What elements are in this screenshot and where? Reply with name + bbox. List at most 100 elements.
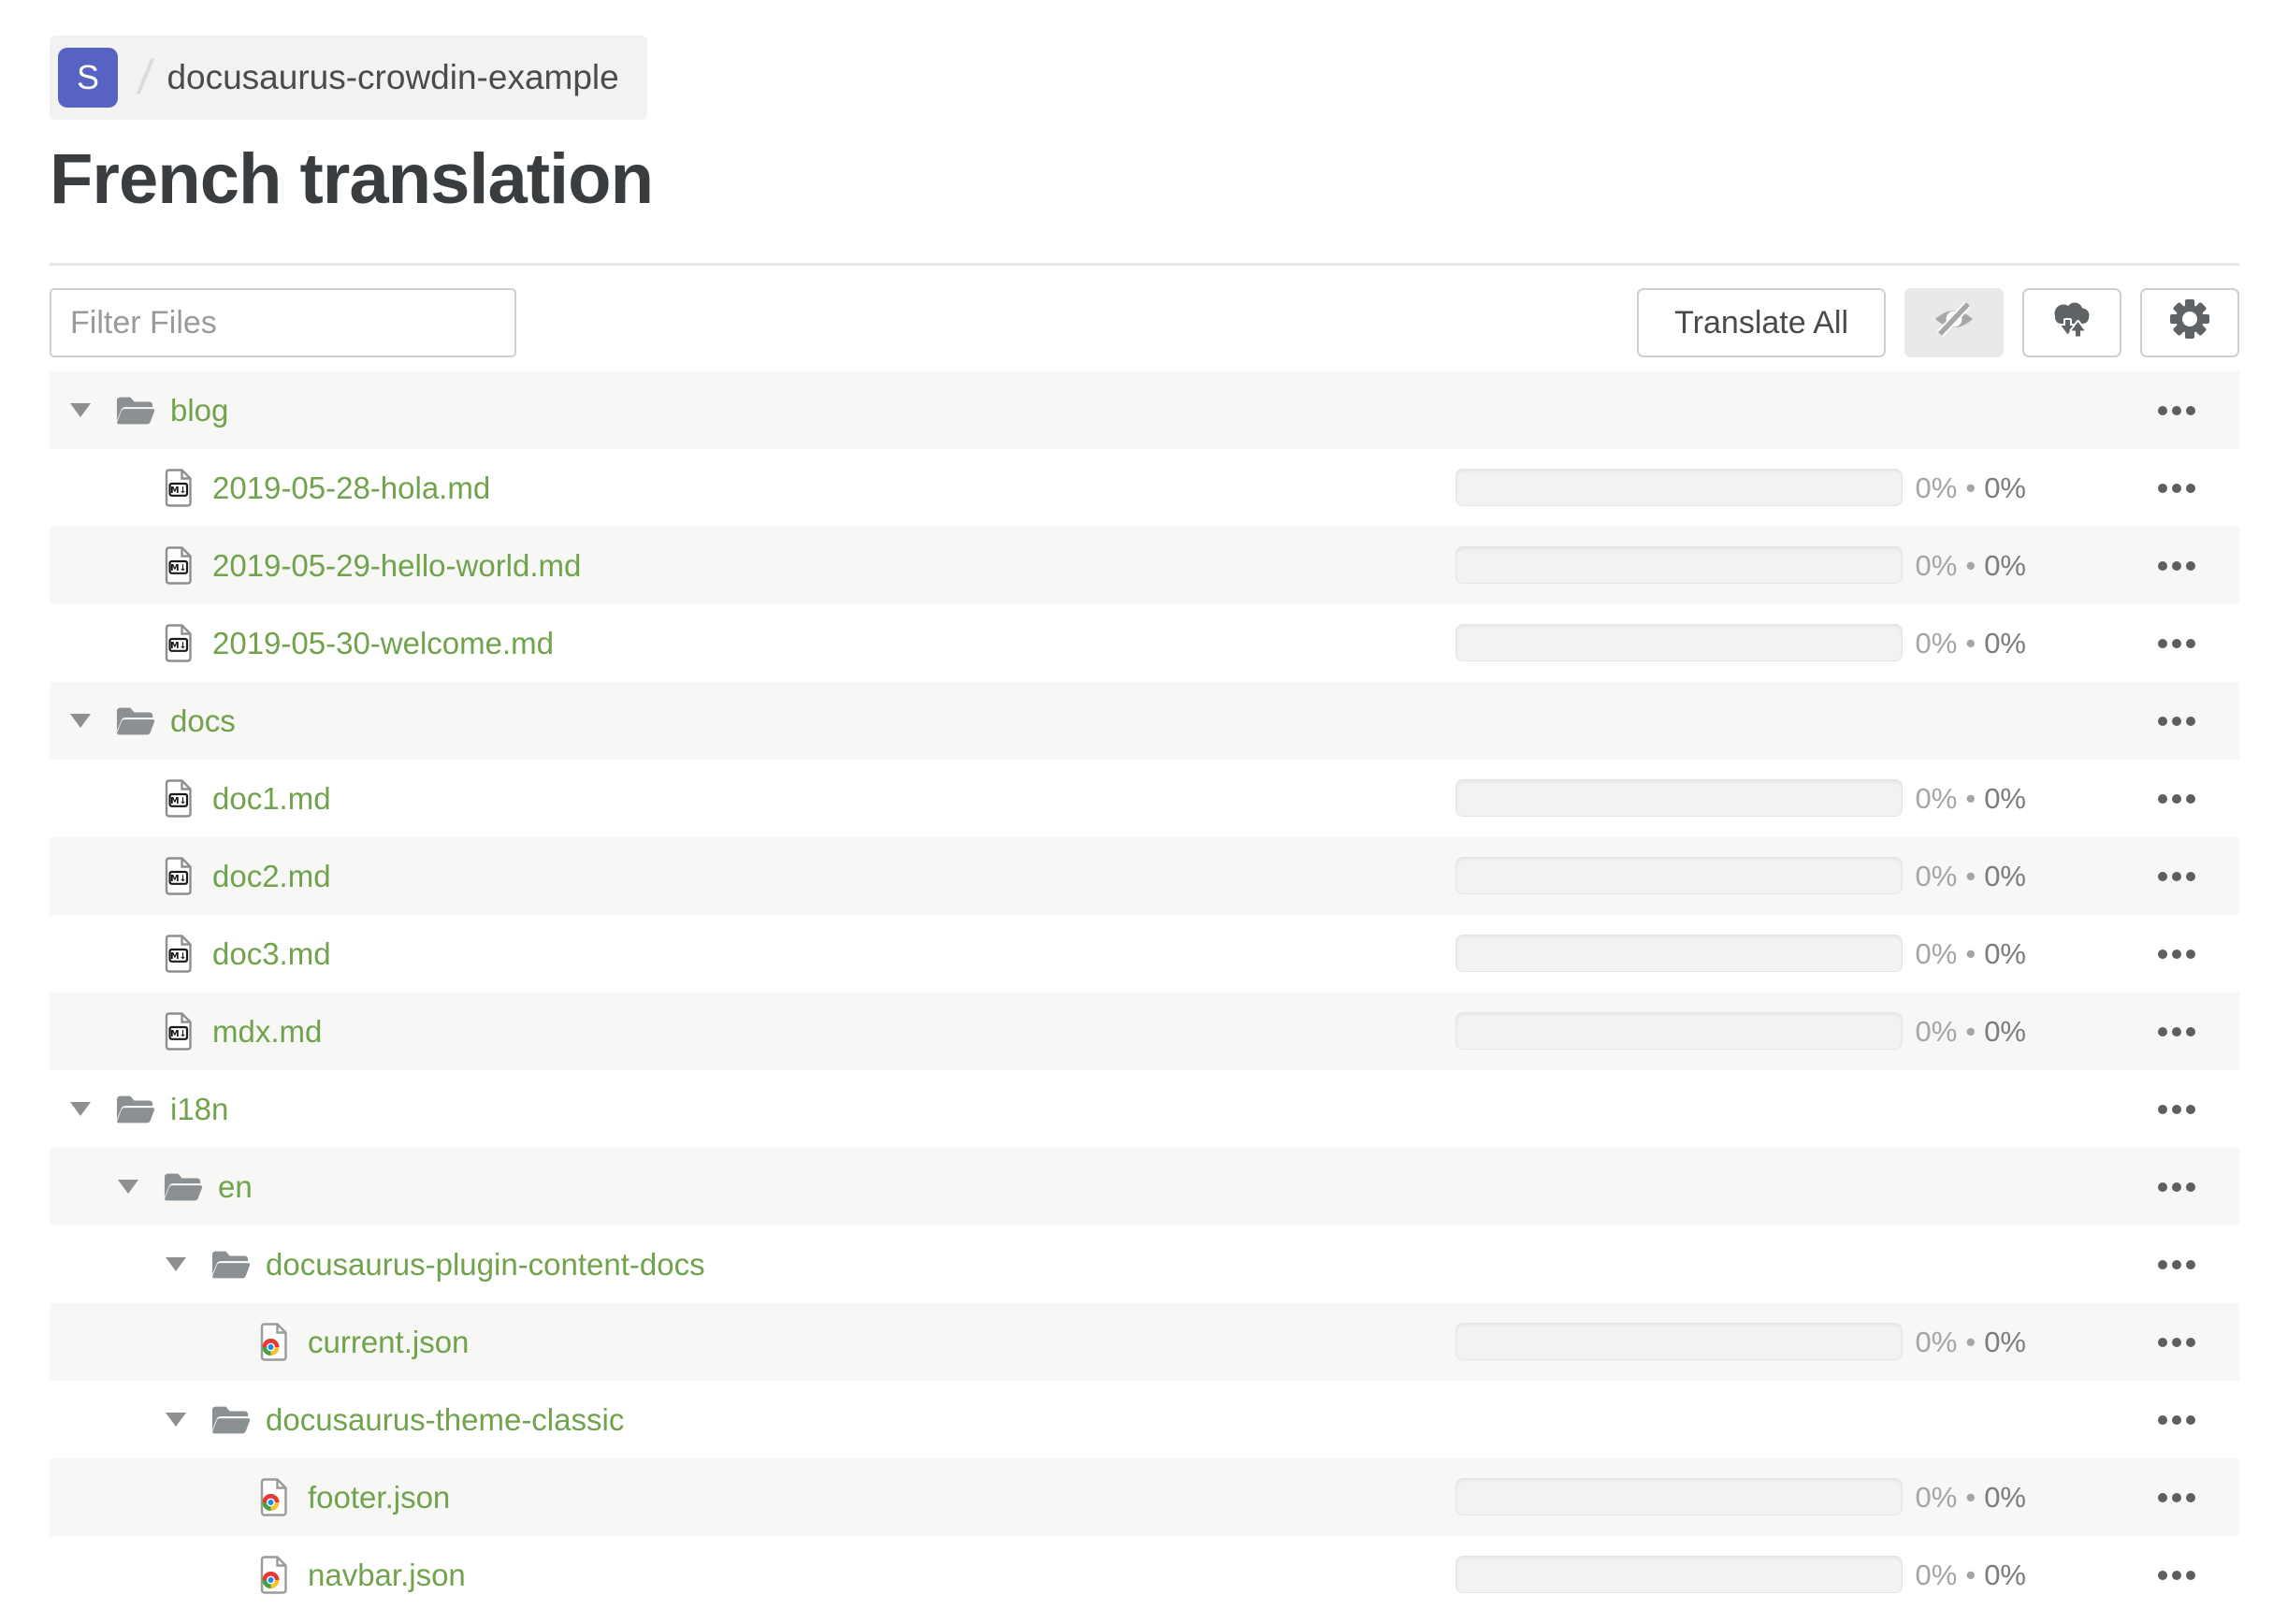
file-name-link[interactable]: 2019-05-28-hola.md	[212, 471, 490, 506]
ellipsis-icon	[2186, 560, 2195, 571]
toolbar: Translate All	[50, 288, 2239, 358]
collapse-caret[interactable]	[211, 1335, 259, 1349]
progress-percentages: 0% • 0%	[1916, 449, 2026, 527]
collapse-caret[interactable]	[116, 947, 164, 961]
row-menu-button[interactable]	[2158, 371, 2195, 449]
row-menu-button[interactable]	[2158, 1303, 2195, 1381]
percent-separator: •	[1965, 548, 1976, 582]
file-name-link[interactable]: current.json	[308, 1325, 469, 1360]
percent-separator: •	[1965, 1014, 1976, 1048]
collapse-caret[interactable]	[211, 1568, 259, 1582]
svg-text:M↓: M↓	[170, 486, 186, 496]
folder-icon	[164, 1171, 203, 1203]
row-menu-button[interactable]	[2158, 837, 2195, 915]
approved-percent: 0%	[1984, 548, 2026, 582]
collapse-caret[interactable]	[116, 791, 164, 805]
collapse-caret[interactable]	[116, 636, 164, 650]
row-left: M↓ docs	[50, 703, 236, 739]
translated-percent: 0%	[1915, 936, 1958, 970]
eye-off-icon	[1932, 299, 1976, 347]
row-left: M↓ blog	[50, 393, 228, 428]
markdown-file-icon: M↓	[164, 779, 194, 819]
chevron-down-icon	[70, 1102, 91, 1117]
tree-row: M↓ en	[50, 1148, 2239, 1226]
markdown-file-icon: M↓	[164, 546, 194, 586]
file-name-link[interactable]: docusaurus-plugin-content-docs	[266, 1247, 705, 1283]
folder-icon	[211, 1249, 251, 1281]
file-name-link[interactable]: docs	[170, 703, 236, 739]
svg-text:M↓: M↓	[170, 563, 186, 573]
approved-percent: 0%	[1984, 471, 2026, 504]
percent-separator: •	[1965, 781, 1976, 815]
row-menu-button[interactable]	[2158, 993, 2195, 1070]
file-name-link[interactable]: en	[218, 1169, 253, 1205]
file-name-link[interactable]: docusaurus-theme-classic	[266, 1402, 624, 1438]
progress-percentages: 0% • 0%	[1916, 993, 2026, 1070]
ellipsis-icon	[2186, 871, 2195, 881]
percent-separator: •	[1965, 936, 1976, 970]
approved-percent: 0%	[1984, 1558, 2026, 1591]
collapse-caret[interactable]	[116, 481, 164, 495]
file-name-link[interactable]: doc3.md	[212, 936, 331, 972]
ellipsis-icon	[2172, 483, 2181, 493]
file-name-link[interactable]: i18n	[170, 1092, 228, 1127]
row-menu-button[interactable]	[2158, 1225, 2195, 1303]
breadcrumb-project-name[interactable]: docusaurus-crowdin-example	[166, 58, 618, 97]
ellipsis-icon	[2172, 793, 2181, 804]
row-left: M↓ doc1.md	[50, 779, 331, 819]
translated-percent: 0%	[1915, 781, 1958, 815]
collapse-caret[interactable]	[68, 714, 116, 729]
project-avatar[interactable]: S	[58, 48, 118, 108]
hide-completed-button[interactable]	[1904, 288, 2004, 358]
ellipsis-icon	[2172, 949, 2181, 959]
json-file-icon	[259, 1323, 289, 1362]
row-menu-button[interactable]	[2158, 1381, 2195, 1458]
collapse-caret[interactable]	[116, 869, 164, 883]
tree-row: M↓ docs	[50, 682, 2239, 761]
row-menu-button[interactable]	[2158, 1070, 2195, 1148]
row-menu-button[interactable]	[2158, 682, 2195, 760]
row-menu-button[interactable]	[2158, 1536, 2195, 1614]
filter-files-input[interactable]	[50, 288, 516, 358]
row-menu-button[interactable]	[2158, 915, 2195, 993]
json-file-icon	[259, 1556, 289, 1595]
file-name-link[interactable]: mdx.md	[212, 1014, 322, 1050]
row-menu-button[interactable]	[2158, 449, 2195, 527]
collapse-caret[interactable]	[68, 403, 116, 418]
svg-text:M↓: M↓	[170, 641, 186, 651]
file-name-link[interactable]: navbar.json	[308, 1558, 466, 1593]
file-name-link[interactable]: 2019-05-29-hello-world.md	[212, 548, 581, 584]
row-menu-button[interactable]	[2158, 604, 2195, 682]
collapse-caret[interactable]	[164, 1257, 211, 1272]
gear-icon	[2168, 297, 2211, 349]
sync-button[interactable]	[2022, 288, 2121, 358]
row-menu-button[interactable]	[2158, 1458, 2195, 1536]
collapse-caret[interactable]	[164, 1413, 211, 1428]
percent-separator: •	[1965, 1480, 1976, 1514]
collapse-caret[interactable]	[68, 1102, 116, 1117]
ellipsis-icon	[2172, 1570, 2181, 1580]
collapse-caret[interactable]	[211, 1490, 259, 1504]
row-menu-button[interactable]	[2158, 527, 2195, 604]
row-menu-button[interactable]	[2158, 760, 2195, 837]
tree-row: M↓ 2019-05-29-hello-world.md 0% • 0%	[50, 527, 2239, 605]
file-name-link[interactable]: doc2.md	[212, 859, 331, 894]
collapse-caret[interactable]	[116, 558, 164, 573]
file-name-link[interactable]: doc1.md	[212, 781, 331, 817]
collapse-caret[interactable]	[116, 1024, 164, 1038]
percent-separator: •	[1965, 1325, 1976, 1358]
row-menu-button[interactable]	[2158, 1148, 2195, 1225]
ellipsis-icon	[2186, 1182, 2195, 1192]
ellipsis-icon	[2158, 638, 2167, 648]
translated-percent: 0%	[1915, 471, 1958, 504]
file-name-link[interactable]: footer.json	[308, 1480, 450, 1515]
translate-all-button[interactable]: Translate All	[1637, 288, 1886, 358]
settings-button[interactable]	[2140, 288, 2239, 358]
chevron-down-icon	[118, 1180, 138, 1195]
file-name-link[interactable]: 2019-05-30-welcome.md	[212, 626, 554, 661]
file-name-link[interactable]: blog	[170, 393, 228, 428]
percent-separator: •	[1965, 626, 1976, 660]
row-left: M↓ doc3.md	[50, 935, 331, 974]
row-left: M↓ doc2.md	[50, 857, 331, 896]
collapse-caret[interactable]	[116, 1180, 164, 1195]
